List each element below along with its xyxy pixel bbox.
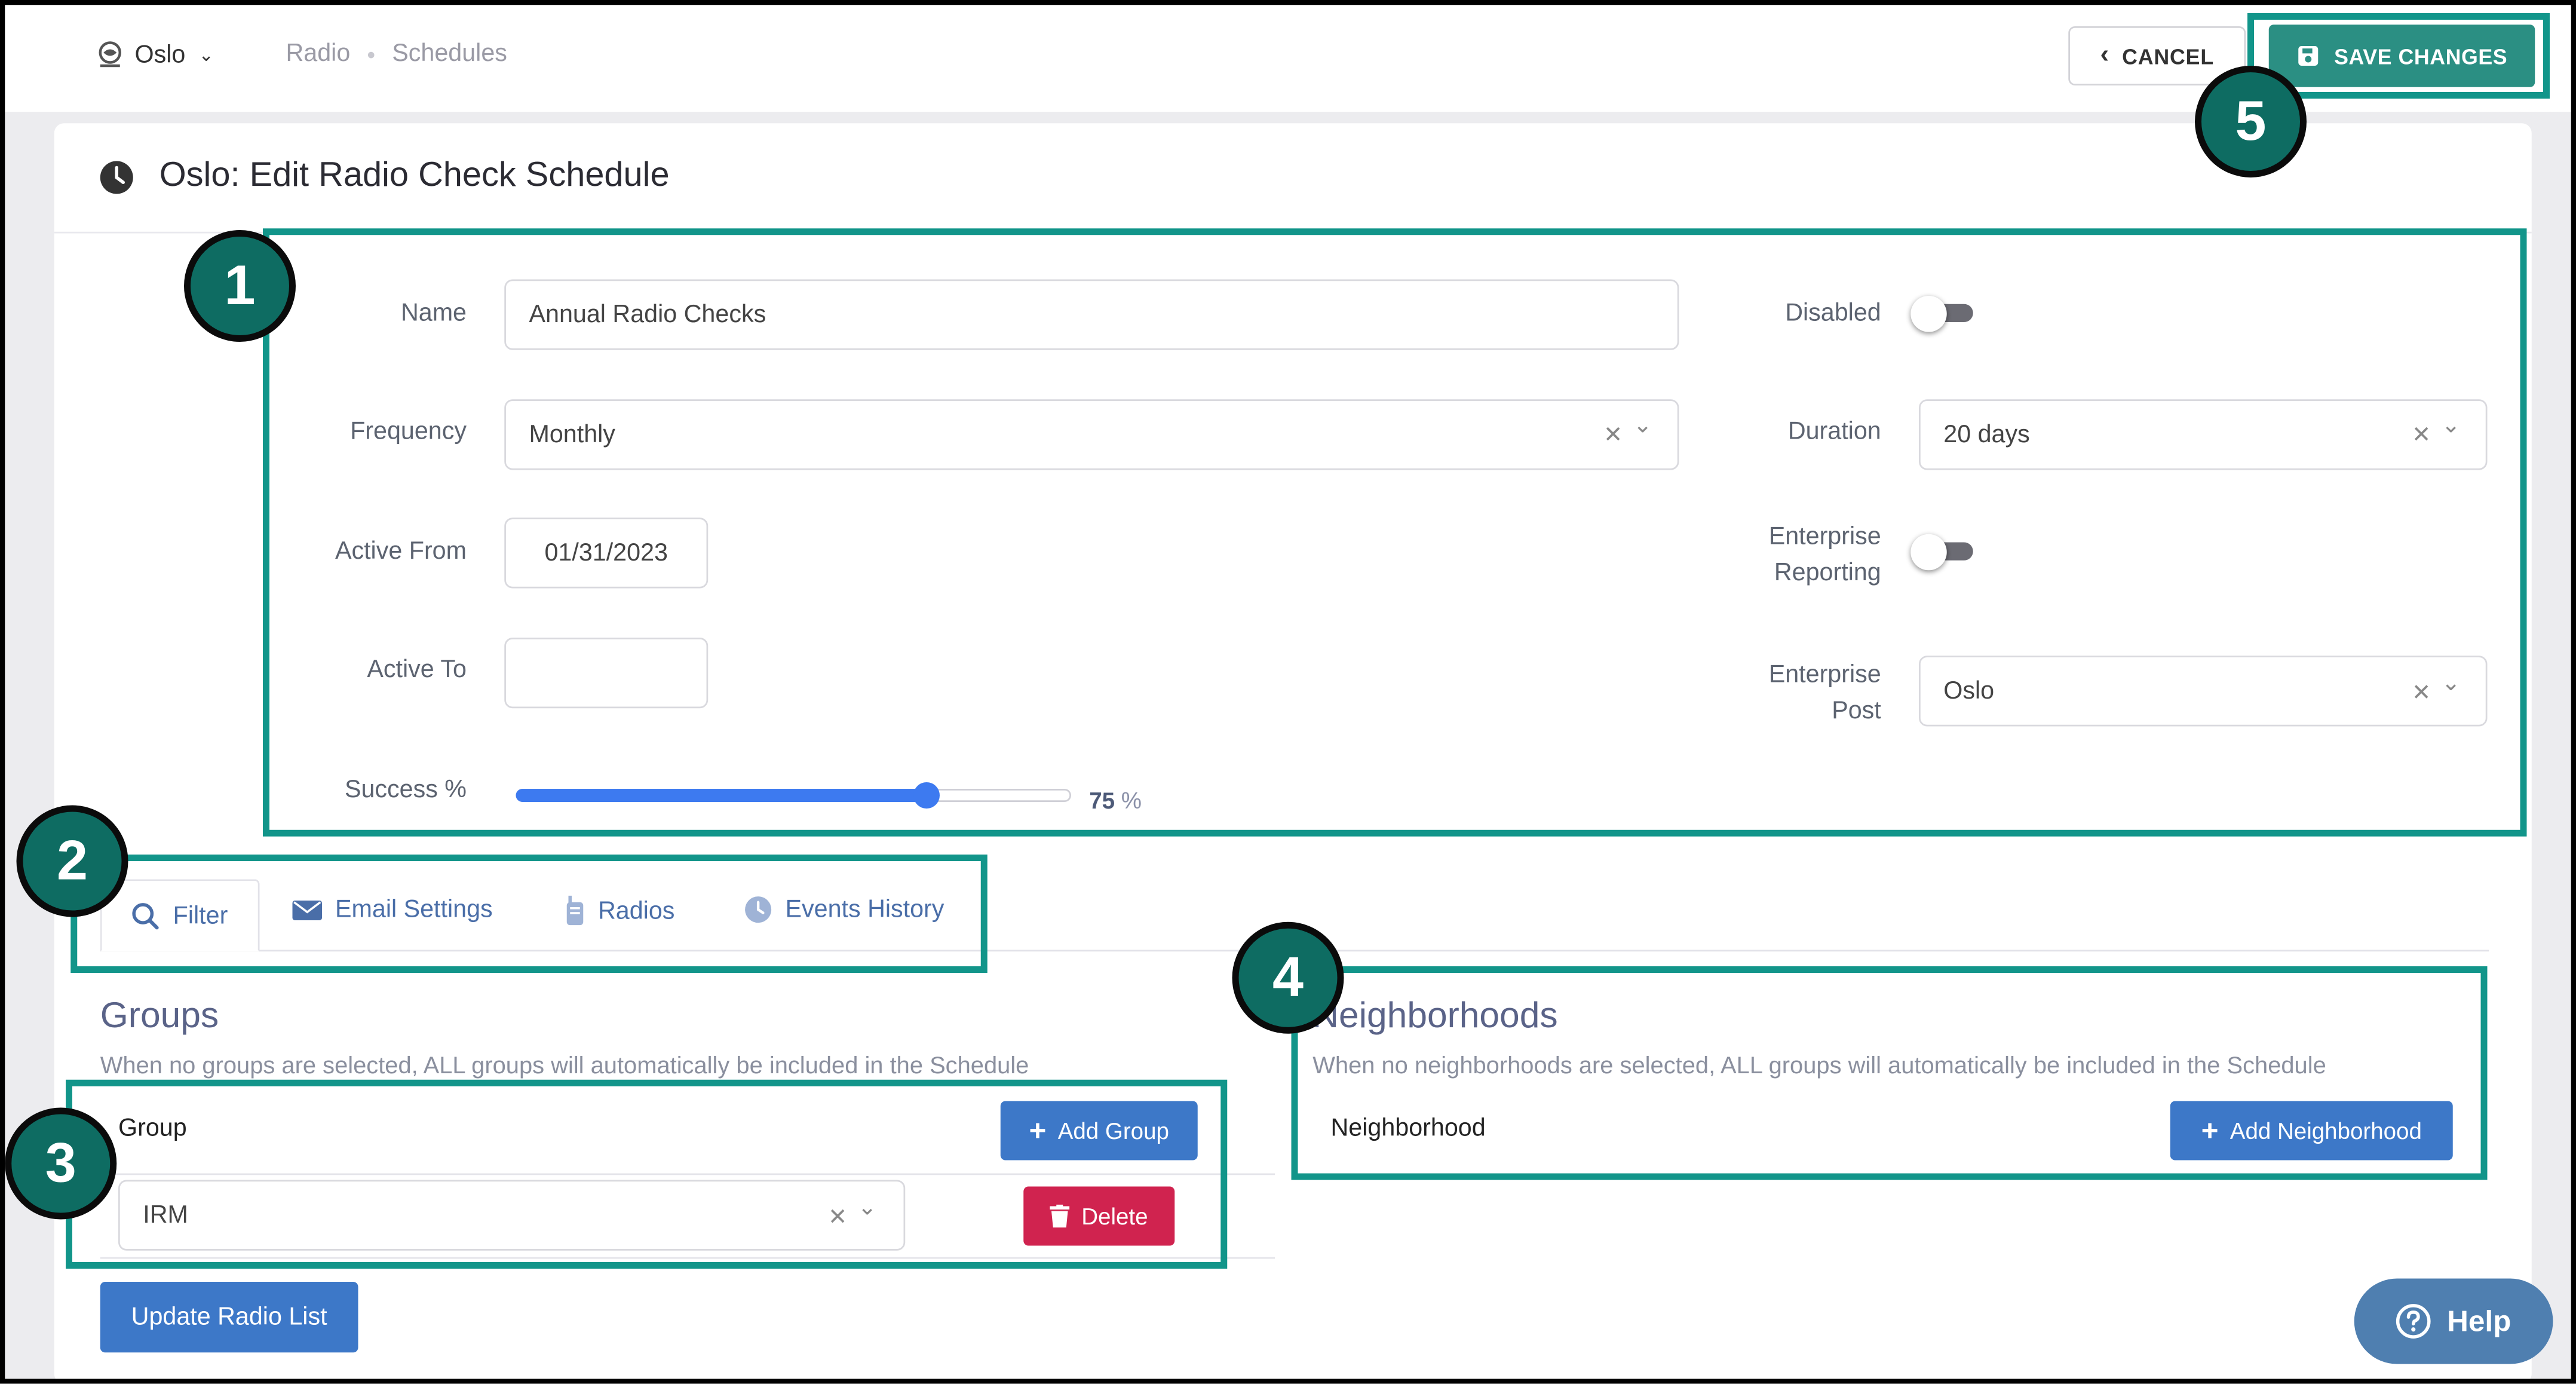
globe-hand-icon [96, 39, 125, 69]
callout-badge-4: 4 [1232, 921, 1344, 1034]
help-button[interactable]: Help [2354, 1278, 2553, 1364]
callout-badge-3: 3 [5, 1107, 117, 1220]
callout-badge-5: 5 [2195, 66, 2307, 177]
clock-icon [99, 160, 135, 196]
breadcrumb-radio[interactable]: Radio [286, 39, 351, 68]
question-circle-icon [2396, 1303, 2433, 1340]
page-title: Oslo: Edit Radio Check Schedule [159, 156, 670, 194]
update-radio-list-button[interactable]: Update Radio List [100, 1282, 358, 1353]
location-label: Oslo [134, 40, 186, 69]
callout-badge-1: 1 [184, 230, 296, 342]
breadcrumb-schedules[interactable]: Schedules [392, 39, 507, 68]
callout-box-4 [1291, 966, 2488, 1180]
location-switcher[interactable]: Oslo ⌄ [96, 36, 214, 73]
breadcrumb: Radio ● Schedules [286, 39, 507, 68]
callout-box-3 [66, 1079, 1228, 1269]
callout-badge-2: 2 [16, 805, 128, 917]
help-label: Help [2447, 1304, 2511, 1337]
chevron-left-icon: ‹ [2100, 41, 2109, 69]
update-radio-list-label: Update Radio List [131, 1303, 327, 1331]
cancel-label: CANCEL [2122, 43, 2215, 69]
chevron-down-icon: ⌄ [198, 45, 214, 65]
callout-box-2 [70, 855, 988, 973]
groups-title: Groups [100, 994, 219, 1036]
callout-box-1 [263, 228, 2527, 837]
breadcrumb-separator: ● [366, 45, 376, 62]
groups-hint: When no groups are selected, ALL groups … [100, 1053, 1029, 1080]
